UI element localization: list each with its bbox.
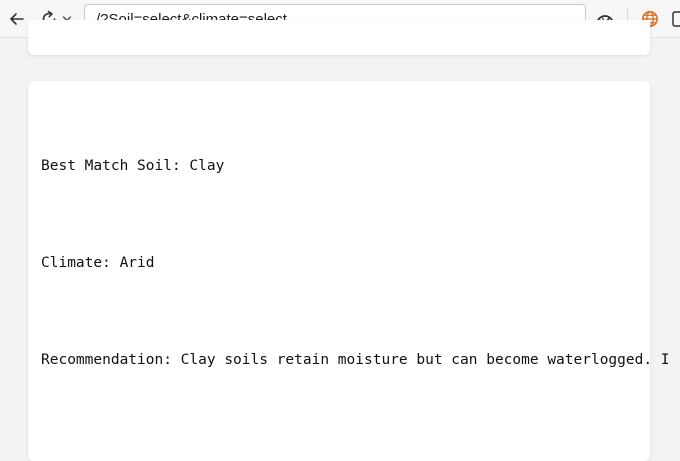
climate-result-text: Climate: Arid — [41, 255, 155, 271]
back-button[interactable] — [4, 6, 30, 32]
soil-result-text: Best Match Soil: Clay — [41, 158, 225, 174]
recommendation-text: Recommendation: Clay soils retain moistu… — [41, 352, 670, 368]
previous-card — [28, 20, 650, 55]
sidebar-panel-icon — [672, 11, 680, 27]
arrow-left-icon — [10, 13, 24, 25]
sidebar-button[interactable] — [670, 6, 680, 32]
